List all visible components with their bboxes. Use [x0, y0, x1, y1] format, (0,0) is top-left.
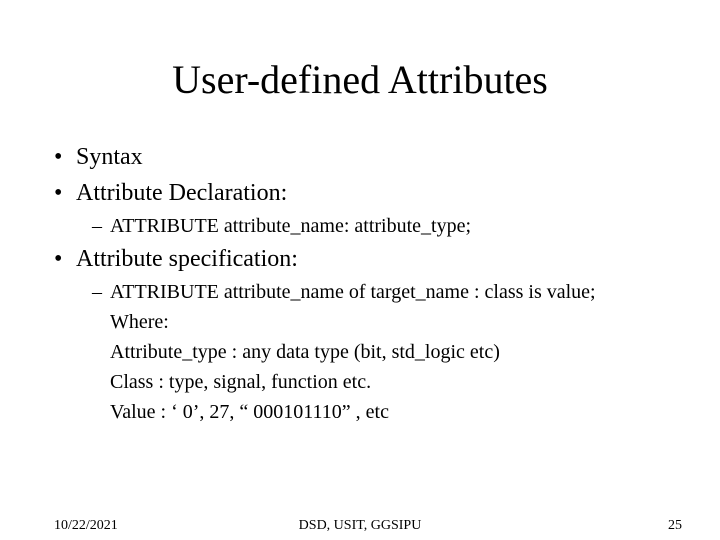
subbullet-where-class: Class : type, signal, function etc. — [110, 367, 666, 397]
bullet-dash-icon: – — [92, 277, 110, 307]
bullet-dot-icon: • — [54, 139, 76, 175]
subbullet-text: ATTRIBUTE attribute_name of target_name … — [110, 281, 596, 303]
bullet-dash-icon: – — [92, 211, 110, 241]
footer-source: DSD, USIT, GGSIPU — [0, 518, 720, 534]
bullet-syntax: •Syntax — [54, 139, 666, 175]
bullet-dot-icon: • — [54, 241, 76, 277]
subbullet-text: ATTRIBUTE attribute_name: attribute_type… — [110, 215, 471, 237]
subbullet-attr-specification-syntax: –ATTRIBUTE attribute_name of target_name… — [92, 277, 666, 307]
bullet-attr-specification: •Attribute specification: — [54, 241, 666, 277]
bullet-dot-icon: • — [54, 175, 76, 211]
bullet-text: Syntax — [76, 144, 143, 170]
bullet-text: Attribute specification: — [76, 246, 298, 272]
subbullet-where-type: Attribute_type : any data type (bit, std… — [110, 337, 666, 367]
footer-page-number: 25 — [668, 518, 682, 534]
slide-title: User-defined Attributes — [54, 56, 666, 103]
subbullet-where-value: Value : ‘ 0’, 27, “ 000101110” , etc — [110, 397, 666, 427]
subbullet-attr-declaration-syntax: –ATTRIBUTE attribute_name: attribute_typ… — [92, 211, 666, 241]
slide: User-defined Attributes •Syntax •Attribu… — [0, 0, 720, 540]
subbullet-where: Where: — [110, 307, 666, 337]
bullet-text: Attribute Declaration: — [76, 180, 287, 206]
bullet-attr-declaration: •Attribute Declaration: — [54, 175, 666, 211]
